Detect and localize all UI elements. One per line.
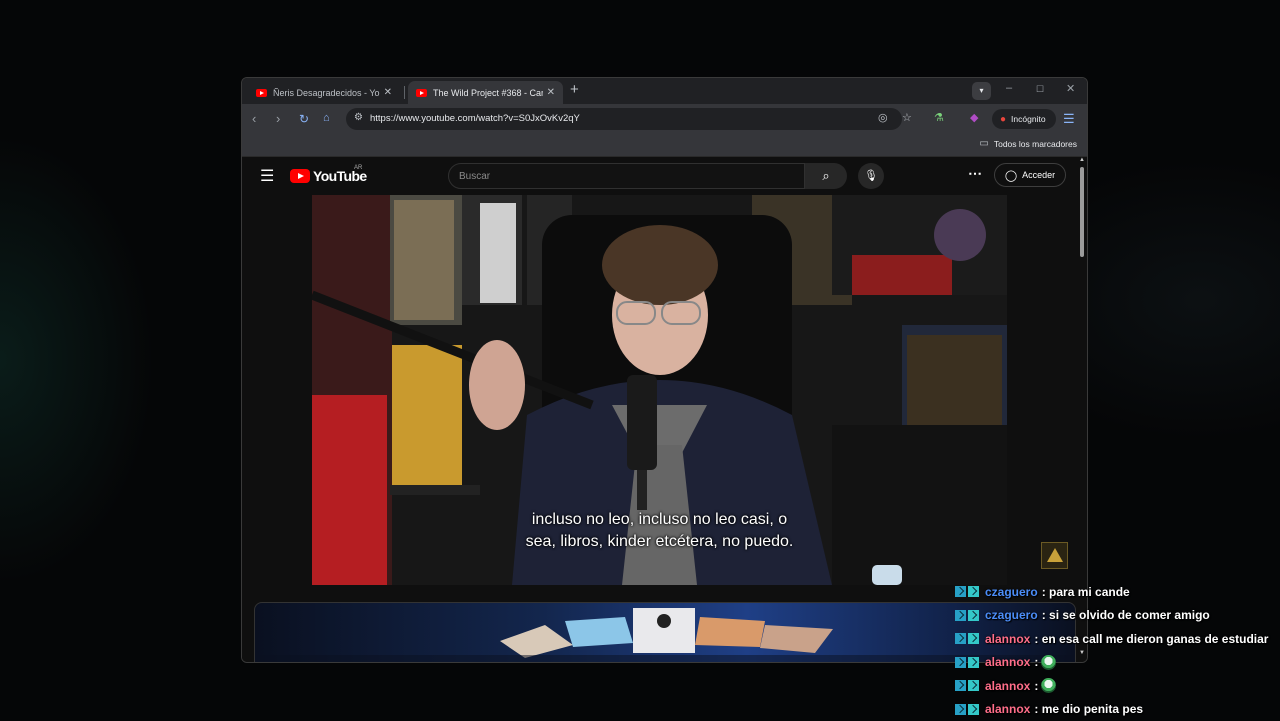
chat-username: czaguero	[985, 608, 1038, 622]
youtube-masthead: ☰ YouTube AR ⌕ 🎙 ⋯ ◯ Acceder	[242, 157, 1087, 195]
signin-button[interactable]: ◯ Acceder	[994, 163, 1066, 187]
home-icon[interactable]: ⌂	[323, 112, 330, 124]
voice-search-button[interactable]: 🎙	[858, 163, 884, 189]
youtube-play-icon	[290, 169, 310, 183]
all-bookmarks-label: Todos los marcadores	[994, 139, 1077, 149]
scroll-up-icon[interactable]: ▲	[1079, 157, 1085, 163]
chat-username: czaguero	[985, 585, 1038, 599]
sub-badge-icon	[968, 657, 979, 668]
maximize-icon[interactable]: ☐	[1036, 84, 1044, 95]
account-icon: ◯	[1005, 169, 1017, 182]
prime-badge-icon	[955, 633, 966, 644]
eye-off-icon[interactable]: ◎	[878, 111, 888, 124]
chat-message: alannox:	[955, 674, 1280, 698]
tab-title: Ñeris Desagradecidos - YouTube	[273, 88, 380, 98]
chat-separator: :	[1042, 585, 1046, 599]
promo-banner[interactable]	[254, 602, 1076, 663]
sub-badge-icon	[968, 586, 979, 597]
stream-watermark-logo	[1041, 542, 1068, 569]
chat-username: alannox	[985, 702, 1030, 716]
chat-separator: :	[1034, 632, 1038, 646]
toolbar: ‹ › ↻ ⌂ ⚙ https://www.youtube.com/watch?…	[242, 104, 1087, 134]
chat-separator: :	[1034, 702, 1038, 716]
chat-text: para mi cande	[1049, 585, 1130, 599]
chat-separator: :	[1034, 679, 1038, 693]
search-box	[448, 163, 805, 189]
prime-badge-icon	[955, 610, 966, 621]
incognito-label: Incógnito	[1011, 114, 1046, 124]
tab-neris[interactable]: Ñeris Desagradecidos - YouTube ✕	[248, 81, 400, 104]
sub-badge-icon	[968, 633, 979, 644]
bookmark-icon[interactable]: ☆	[902, 111, 912, 124]
tab-search-icon[interactable]: ▾	[972, 82, 991, 100]
scrollbar-thumb[interactable]	[1080, 167, 1084, 257]
chat-text: me dio penita pes	[1042, 702, 1143, 716]
search-button[interactable]: ⌕	[805, 163, 847, 189]
chat-username: alannox	[985, 655, 1030, 669]
tab-close-icon[interactable]: ✕	[384, 87, 392, 98]
chat-message: alannox: en esa call me dieron ganas de …	[955, 627, 1280, 651]
tab-title: The Wild Project #368 - Cande	[433, 88, 543, 98]
mic-icon: 🎙	[864, 170, 878, 182]
youtube-favicon-icon	[256, 89, 267, 97]
chat-message: czaguero: si se olvido de comer amigo	[955, 604, 1280, 628]
sub-badge-icon	[968, 680, 979, 691]
chat-separator: :	[1034, 655, 1038, 669]
chat-username: alannox	[985, 632, 1030, 646]
chat-message: alannox: me dio penita pes	[955, 698, 1280, 721]
url-text: https://www.youtube.com/watch?v=S0JxOvKv…	[370, 113, 580, 124]
sub-badge-icon	[968, 704, 979, 715]
emote-icon	[1041, 678, 1056, 693]
prime-badge-icon	[955, 680, 966, 691]
incognito-icon: ●	[1000, 114, 1006, 125]
search-icon: ⌕	[822, 168, 829, 183]
close-window-icon[interactable]: ✕	[1066, 82, 1075, 95]
tab-separator	[404, 86, 405, 99]
chat-message: czaguero: para mi cande	[955, 580, 1280, 604]
tab-wild-project[interactable]: The Wild Project #368 - Cande ✕	[408, 81, 563, 104]
country-code: AR	[354, 165, 362, 171]
subtitle-line-2: sea, libros, kinder etcétera, no puedo.	[312, 531, 1007, 553]
chat-text: en esa call me dieron ganas de estudiar	[1042, 632, 1269, 646]
tab-strip: Ñeris Desagradecidos - YouTube ✕ The Wil…	[242, 78, 1087, 104]
signin-label: Acceder	[1022, 170, 1055, 180]
all-bookmarks-button[interactable]: ▭ Todos los marcadores	[979, 138, 1077, 149]
prime-badge-icon	[955, 586, 966, 597]
extension-icon[interactable]: ◆	[970, 111, 978, 124]
subtitle-line-1: incluso no leo, incluso no leo casi, o	[312, 509, 1007, 531]
prime-badge-icon	[955, 704, 966, 715]
reload-icon[interactable]: ↻	[299, 112, 309, 126]
video-player[interactable]: incluso no leo, incluso no leo casi, o s…	[312, 195, 1007, 585]
forward-icon[interactable]: ›	[276, 111, 280, 126]
browser-window: Ñeris Desagradecidos - YouTube ✕ The Wil…	[241, 77, 1088, 663]
back-icon[interactable]: ‹	[252, 111, 256, 126]
prime-badge-icon	[955, 657, 966, 668]
subtitles: incluso no leo, incluso no leo casi, o s…	[312, 509, 1007, 553]
incognito-indicator[interactable]: ● Incógnito	[992, 109, 1056, 129]
youtube-favicon-icon	[416, 89, 427, 97]
labs-flask-icon[interactable]: ⚗	[934, 111, 944, 124]
browser-menu-icon[interactable]: ☰	[1063, 111, 1075, 127]
chat-message: alannox:	[955, 651, 1280, 675]
chat-username: alannox	[985, 679, 1030, 693]
folder-icon: ▭	[979, 138, 988, 149]
emote-icon	[1041, 655, 1056, 670]
address-bar[interactable]: ⚙ https://www.youtube.com/watch?v=S0JxOv…	[346, 108, 902, 130]
tab-close-icon[interactable]: ✕	[547, 87, 555, 98]
banner-artwork	[255, 603, 1075, 663]
new-tab-button[interactable]: +	[570, 81, 579, 98]
hamburger-icon[interactable]: ☰	[260, 166, 274, 186]
stream-chat-overlay: czaguero: para mi cande czaguero: si se …	[955, 580, 1280, 721]
sub-badge-icon	[968, 610, 979, 621]
more-options-icon[interactable]: ⋯	[968, 165, 982, 182]
site-info-icon[interactable]: ⚙	[354, 112, 363, 123]
search-input[interactable]	[449, 164, 799, 188]
chat-text: si se olvido de comer amigo	[1049, 608, 1210, 622]
minimize-icon[interactable]: –	[1006, 82, 1012, 94]
chat-separator: :	[1042, 608, 1046, 622]
bookmarks-bar: ▭ Todos los marcadores	[242, 134, 1087, 157]
